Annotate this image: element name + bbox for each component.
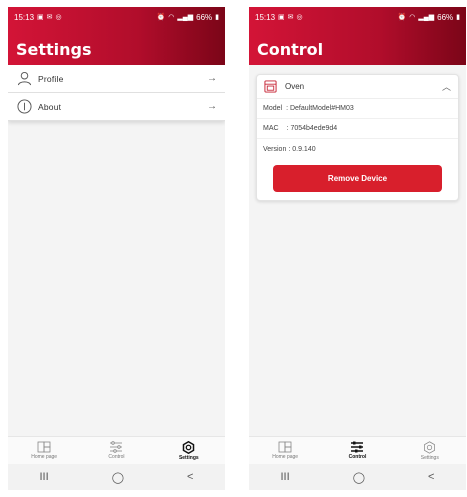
- gear-icon: [424, 440, 436, 454]
- gear-icon: [183, 440, 195, 454]
- bottom-nav: Home page Control Settings: [249, 436, 466, 464]
- status-time: 15:13: [14, 12, 35, 22]
- recent-apps-button[interactable]: III: [40, 471, 49, 483]
- system-nav-bar: III ◯ <: [8, 464, 225, 490]
- home-icon: [278, 441, 292, 453]
- home-button[interactable]: ◯: [353, 471, 365, 484]
- arrow-right-icon: →: [207, 101, 217, 112]
- system-nav-bar: III ◯ <: [249, 464, 466, 490]
- home-button[interactable]: ◯: [112, 471, 124, 484]
- gallery-icon: ▣: [278, 13, 285, 21]
- back-button[interactable]: <: [428, 471, 434, 483]
- nav-home-page[interactable]: Home page: [14, 441, 74, 460]
- signal-icon: ▂▄▆: [418, 13, 435, 21]
- mail-icon: ✉: [46, 13, 53, 21]
- alarm-icon: ⏰: [156, 13, 166, 21]
- control-screen: 15:13 ▣ ✉ ◎ ⏰ ◠ ▂▄▆ 66% ▮ Control Oven ︿…: [249, 7, 466, 490]
- nav-settings-label: Settings: [178, 454, 199, 461]
- signal-icon: ▂▄▆: [177, 13, 194, 21]
- remove-device-button[interactable]: Remove Device: [273, 165, 442, 192]
- version-value: : 0.9.140: [288, 145, 316, 153]
- mail-icon: ✉: [287, 13, 294, 21]
- settings-screen: 15:13 ▣ ✉ ◎ ⏰ ◠ ▂▄▆ 66% ▮ Settings Profi…: [8, 7, 225, 490]
- back-button[interactable]: <: [187, 471, 193, 483]
- nav-control[interactable]: Control: [327, 441, 387, 460]
- nav-settings[interactable]: Settings: [159, 440, 219, 461]
- battery-percent: 66%: [437, 12, 454, 22]
- profile-row[interactable]: Profile →: [8, 65, 225, 93]
- settings-list: Profile → About →: [8, 65, 225, 121]
- mac-row: MAC : 7054b4ede9d4: [257, 119, 458, 139]
- sliders-icon: [110, 441, 123, 453]
- version-label: Version: [263, 145, 287, 153]
- status-bar: 15:13 ▣ ✉ ◎ ⏰ ◠ ▂▄▆ 66% ▮: [249, 7, 466, 27]
- status-bar: 15:13 ▣ ✉ ◎ ⏰ ◠ ▂▄▆ 66% ▮: [8, 7, 225, 27]
- sliders-icon: [351, 441, 364, 453]
- version-row: Version : 0.9.140: [257, 139, 458, 159]
- alarm-icon: ⏰: [397, 13, 407, 21]
- nav-control-label: Control: [348, 454, 367, 460]
- profile-label: Profile: [38, 73, 64, 84]
- nav-control[interactable]: Control: [86, 441, 146, 460]
- person-icon: [16, 71, 32, 87]
- model-row: Model : DefaultModel#HM03: [257, 99, 458, 119]
- arrow-right-icon: →: [207, 73, 217, 84]
- nav-home-label: Home page: [272, 454, 299, 460]
- page-title: Control: [257, 40, 324, 59]
- status-time: 15:13: [255, 12, 276, 22]
- device-name: Oven: [285, 82, 305, 91]
- settings-header: 15:13 ▣ ✉ ◎ ⏰ ◠ ▂▄▆ 66% ▮ Settings: [8, 7, 225, 65]
- page-title: Settings: [16, 40, 92, 59]
- about-row[interactable]: About →: [8, 93, 225, 121]
- about-label: About: [38, 101, 62, 112]
- mac-value: : 7054b4ede9d4: [286, 125, 338, 132]
- wifi-icon: ◠: [409, 13, 416, 21]
- bottom-nav: Home page Control Settings: [8, 436, 225, 464]
- chevron-up-icon[interactable]: ︿: [442, 80, 451, 93]
- home-icon: [37, 441, 51, 453]
- battery-icon: ▮: [215, 13, 219, 21]
- nav-settings-label: Settings: [420, 454, 439, 461]
- device-card: Oven ︿ Model : DefaultModel#HM03 MAC : 7…: [256, 74, 459, 201]
- whatsapp-icon: ◎: [296, 13, 303, 21]
- info-icon: [16, 99, 32, 115]
- nav-home-label: Home page: [31, 454, 58, 460]
- nav-home-page[interactable]: Home page: [255, 441, 315, 460]
- battery-icon: ▮: [456, 13, 460, 21]
- model-value: : DefaultModel#HM03: [286, 105, 354, 112]
- model-label: Model: [263, 105, 283, 112]
- nav-settings[interactable]: Settings: [400, 440, 460, 461]
- mac-label: MAC: [263, 125, 279, 132]
- battery-percent: 66%: [196, 12, 213, 22]
- whatsapp-icon: ◎: [55, 13, 62, 21]
- gallery-icon: ▣: [37, 13, 44, 21]
- recent-apps-button[interactable]: III: [281, 471, 290, 483]
- oven-icon: [264, 80, 277, 93]
- nav-control-label: Control: [108, 454, 125, 460]
- wifi-icon: ◠: [168, 13, 175, 21]
- device-card-header[interactable]: Oven ︿: [257, 75, 458, 99]
- control-header: 15:13 ▣ ✉ ◎ ⏰ ◠ ▂▄▆ 66% ▮ Control: [249, 7, 466, 65]
